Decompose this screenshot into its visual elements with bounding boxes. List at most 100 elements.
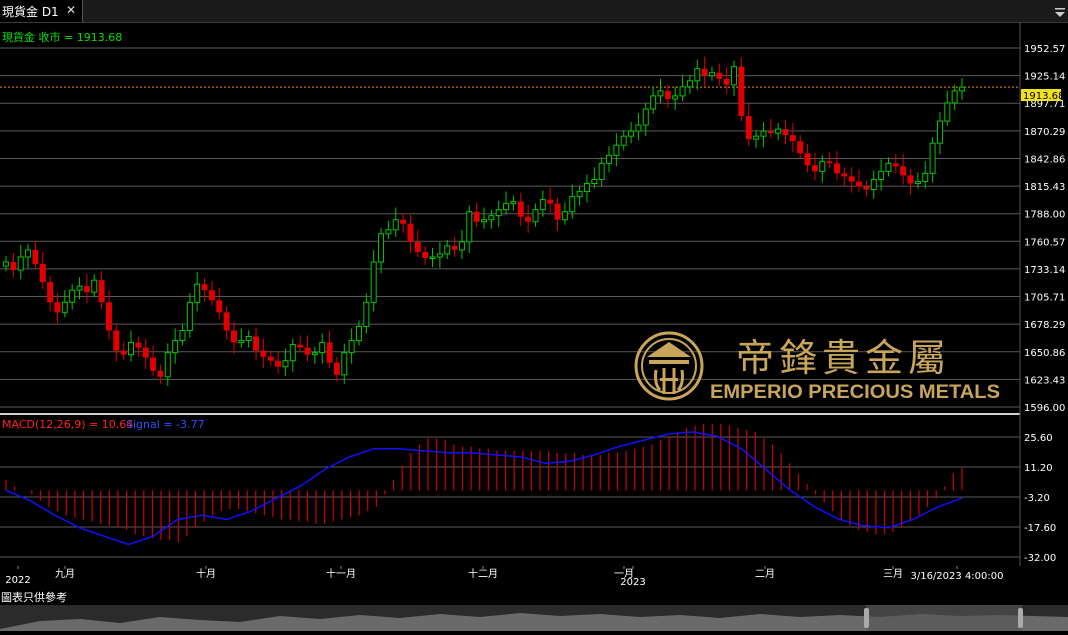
candle-body bbox=[311, 352, 318, 356]
candle-body bbox=[782, 129, 789, 136]
candle-body bbox=[451, 245, 458, 250]
candle-body bbox=[789, 135, 796, 142]
candle-body bbox=[775, 128, 782, 134]
candle-body bbox=[900, 166, 907, 176]
candle-body bbox=[708, 72, 715, 77]
candle-body bbox=[208, 290, 215, 301]
close-icon[interactable]: ✕ bbox=[66, 3, 76, 17]
candle-body bbox=[885, 162, 892, 172]
candle-body bbox=[326, 342, 333, 363]
candle-body bbox=[694, 68, 701, 82]
candle-body bbox=[598, 162, 605, 180]
navigator-scrollbar[interactable] bbox=[0, 605, 1068, 631]
candle-body bbox=[525, 216, 532, 222]
candle-body bbox=[3, 261, 9, 267]
candle-body bbox=[892, 163, 899, 167]
candle-body bbox=[282, 360, 289, 368]
candle-body bbox=[826, 161, 833, 164]
y-tick-label: -32.00 bbox=[1024, 553, 1056, 564]
watermark-en: EMPERIO PRECIOUS METALS bbox=[710, 382, 1000, 403]
tab-title: 現貨金 D1 bbox=[2, 4, 59, 19]
candle-body bbox=[731, 66, 738, 86]
candle-body bbox=[238, 340, 245, 344]
candle-body bbox=[341, 352, 348, 376]
x-axis-label: 二月 bbox=[755, 568, 775, 580]
candle-body bbox=[135, 342, 142, 348]
candle-body bbox=[105, 302, 112, 331]
candle-body bbox=[679, 86, 686, 97]
candle-body bbox=[10, 262, 17, 271]
candle-body bbox=[297, 344, 304, 348]
y-tick-label: 1952.57 bbox=[1024, 44, 1065, 55]
candle-body bbox=[319, 342, 326, 354]
y-tick-label: 1815.43 bbox=[1024, 182, 1065, 193]
candle-body bbox=[841, 173, 848, 177]
candle-body bbox=[76, 285, 83, 291]
chart-area[interactable]: 帝鋒貴金屬 EMPERIO PRECIOUS METALS 現貨金 收市 = 1… bbox=[0, 22, 1068, 605]
candle-body bbox=[576, 191, 583, 198]
candle-body bbox=[91, 279, 98, 293]
candle-body bbox=[400, 219, 407, 224]
signal-line bbox=[5, 431, 963, 546]
candle-body bbox=[547, 199, 554, 204]
candle-body bbox=[201, 284, 208, 291]
candle-body bbox=[392, 219, 399, 231]
candle-body bbox=[253, 336, 260, 351]
candle-body bbox=[355, 325, 362, 342]
candle-body bbox=[260, 350, 267, 357]
current-price-tag: 1913.68 bbox=[1021, 89, 1064, 102]
candle-body bbox=[245, 336, 252, 342]
y-tick-label: 11.20 bbox=[1024, 463, 1053, 474]
y-tick-label: 25.60 bbox=[1024, 433, 1053, 444]
scroll-window[interactable] bbox=[866, 605, 1022, 631]
menu-triangle-icon[interactable] bbox=[1054, 4, 1066, 18]
candle-body bbox=[797, 141, 804, 154]
candle-body bbox=[554, 203, 561, 220]
candle-body bbox=[503, 203, 510, 211]
candle-body bbox=[863, 186, 870, 190]
scroll-handle-left[interactable] bbox=[864, 608, 869, 628]
candle-body bbox=[951, 90, 958, 104]
watermark-logo bbox=[634, 331, 704, 401]
candle-body bbox=[561, 211, 568, 221]
candle-body bbox=[628, 130, 635, 137]
y-tick-label: -17.60 bbox=[1024, 523, 1056, 534]
candle-body bbox=[289, 344, 296, 362]
candle-body bbox=[120, 350, 127, 355]
candle-body bbox=[216, 300, 223, 313]
candle-body bbox=[481, 219, 487, 223]
tab-bar: 現貨金 D1 ✕ bbox=[0, 0, 1068, 23]
candle-body bbox=[230, 330, 237, 343]
candle-body bbox=[333, 362, 340, 375]
candle-body bbox=[304, 347, 311, 355]
candle-body bbox=[54, 302, 61, 313]
candle-body bbox=[929, 142, 936, 174]
candle-body bbox=[473, 211, 480, 222]
candle-body bbox=[488, 215, 495, 221]
tab-chart[interactable]: 現貨金 D1 ✕ bbox=[0, 0, 83, 22]
candle-body bbox=[760, 130, 767, 137]
y-tick-label: 1596.00 bbox=[1024, 403, 1065, 414]
candle-body bbox=[17, 256, 24, 271]
candle-body bbox=[113, 330, 120, 351]
y-tick-label: -3.20 bbox=[1024, 493, 1050, 504]
scroll-handle-right[interactable] bbox=[1018, 608, 1023, 628]
candle-body bbox=[510, 201, 517, 205]
x-axis-label: 2022 bbox=[5, 575, 30, 586]
candle-body bbox=[907, 175, 914, 184]
candle-body bbox=[819, 160, 826, 172]
y-axis-ticks: 1952.571925.141897.711870.291842.861815.… bbox=[1024, 44, 1065, 564]
x-axis-label: 九月 bbox=[55, 568, 75, 580]
candle-body bbox=[635, 124, 642, 132]
candle-body bbox=[914, 180, 921, 184]
macd-panel bbox=[5, 423, 963, 546]
candle-body bbox=[495, 209, 502, 217]
candle-body bbox=[569, 196, 576, 213]
candle-body bbox=[378, 233, 385, 263]
candle-body bbox=[363, 301, 370, 327]
macd-label: MACD(12,26,9) = 10.64 bbox=[2, 418, 133, 431]
x-axis-label: 2023 bbox=[620, 577, 645, 588]
x-axis-labels: 2022九月 十月 十一月 十二月 一月2023二月 三月 3/16/2023 4:00:0… bbox=[5, 566, 1004, 588]
candle-body bbox=[922, 172, 929, 182]
chart-disclaimer: 圖表只供參考 bbox=[1, 591, 67, 604]
